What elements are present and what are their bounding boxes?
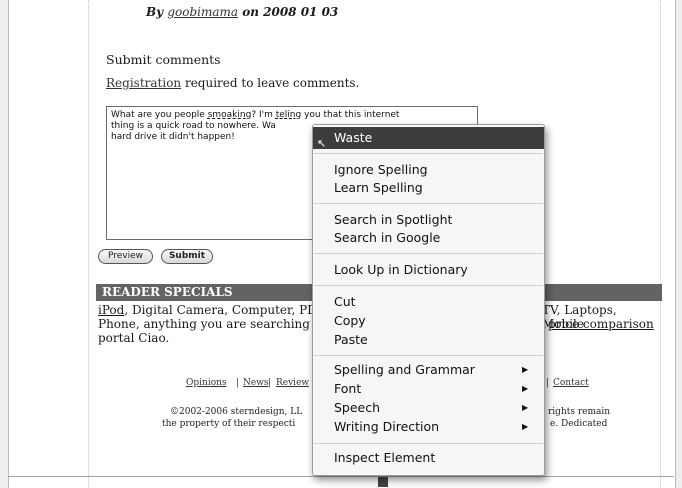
post-byline: By goobimama on 2008 01 03 — [146, 5, 338, 19]
menu-item-writing-direction[interactable]: Writing Direction — [334, 418, 534, 436]
registration-notice: Registration required to leave comments. — [106, 76, 359, 90]
submenu-arrow-icon: ▶ — [522, 403, 529, 412]
comment-text: hard drive it didn't happen! — [111, 132, 235, 142]
footer-link-contact[interactable]: Contact — [553, 378, 589, 388]
registration-link[interactable]: Registration — [106, 76, 181, 90]
resize-handle-icon[interactable] — [378, 477, 388, 487]
price-comparison-link[interactable]: price comparison — [548, 317, 654, 331]
pointer-cursor-icon: ↖ — [317, 137, 327, 150]
menu-item-search-spotlight[interactable]: Search in Spotlight — [334, 211, 534, 229]
footer-link-reviews[interactable]: Review — [276, 378, 309, 388]
footer-link-opinions[interactable]: Opinions — [186, 378, 227, 388]
column-guide-left — [88, 0, 90, 488]
registration-text: required to leave comments. — [184, 76, 360, 90]
specials-text: portal Ciao. — [98, 331, 170, 345]
comment-text: ? I'm — [251, 110, 276, 120]
footer-link-news[interactable]: News — [243, 378, 269, 388]
menu-separator — [314, 355, 543, 356]
footer-separator: | — [268, 378, 272, 388]
menu-item-speech[interactable]: Speech — [334, 399, 534, 417]
menu-separator — [314, 203, 543, 204]
comment-text: you that this internet — [301, 110, 400, 120]
submenu-arrow-icon: ▶ — [522, 422, 529, 431]
submenu-arrow-icon: ▶ — [522, 365, 529, 374]
specials-text: , Digital Camera, Computer, PD — [124, 303, 317, 317]
misspelled-word[interactable]: smoaking — [208, 110, 252, 120]
submenu-arrow-icon: ▶ — [522, 384, 529, 393]
menu-item-ignore-spelling[interactable]: Ignore Spelling — [334, 161, 534, 179]
copyright-text: e. Dedicated — [550, 419, 608, 429]
menu-item-cut[interactable]: Cut — [334, 293, 534, 311]
footer-separator: | — [546, 378, 550, 388]
menu-item-font[interactable]: Font — [334, 380, 534, 398]
menu-item-learn-spelling[interactable]: Learn Spelling — [334, 179, 534, 197]
byline-date: on 2008 01 03 — [242, 5, 339, 19]
submit-button[interactable]: Submit — [161, 249, 213, 264]
menu-item-look-up-dictionary[interactable]: Look Up in Dictionary — [334, 261, 534, 279]
specials-text: Phone, anything you are searching f — [98, 317, 319, 331]
menu-item-inspect-element[interactable]: Inspect Element — [334, 449, 534, 467]
menu-separator — [314, 253, 543, 254]
author-link[interactable]: goobimama — [167, 5, 238, 19]
bottom-border — [8, 476, 674, 477]
menu-separator — [314, 443, 543, 444]
menu-item-spelling-grammar[interactable]: Spelling and Grammar — [334, 361, 534, 379]
menu-separator — [314, 153, 543, 154]
context-menu: ↖ Waste Ignore Spelling Learn Spelling S… — [312, 124, 545, 476]
misspelled-word[interactable]: teling — [276, 110, 301, 120]
menu-separator — [314, 285, 543, 286]
menu-item-copy[interactable]: Copy — [334, 312, 534, 330]
menu-item-search-google[interactable]: Search in Google — [334, 229, 534, 247]
menu-item-label: Waste — [334, 130, 373, 145]
menu-item-suggestion-waste[interactable]: ↖ Waste — [313, 127, 544, 150]
column-guide-right — [660, 0, 662, 488]
comment-text: What are you people — [111, 110, 208, 120]
comment-text: thing is a quick road to nowhere. Wa — [111, 121, 276, 131]
ipod-link[interactable]: iPod — [98, 303, 124, 317]
menu-item-paste[interactable]: Paste — [334, 331, 534, 349]
preview-button[interactable]: Preview — [98, 249, 153, 264]
copyright-text: ©2002-2006 sterndesign, LL — [170, 407, 303, 417]
copyright-text: the property of their respecti — [162, 419, 296, 429]
byline-prefix: By — [146, 5, 164, 19]
copyright-text: rights remain — [548, 407, 611, 417]
submit-comments-heading: Submit comments — [106, 52, 221, 67]
footer-separator: | — [236, 378, 240, 388]
